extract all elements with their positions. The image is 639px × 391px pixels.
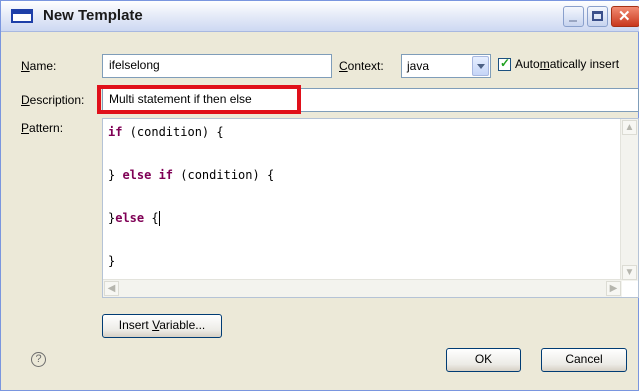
pattern-line-4: } [108,254,116,268]
pattern-text: } [108,168,123,182]
pattern-line-1: if (condition) { [108,125,224,139]
auto-insert-checkbox[interactable] [498,56,511,71]
close-icon[interactable] [611,6,639,27]
text-caret [158,211,160,226]
auto-insert-label[interactable]: Automatically insert [515,57,619,71]
pattern-keyword: else [115,211,145,225]
pattern-text: { [144,211,159,225]
horizontal-scrollbar[interactable]: ◀ ▶ [103,279,622,297]
description-label: Description: [21,93,85,107]
context-value: java [407,59,430,73]
pattern-editor[interactable]: if (condition) { } else if (condition) {… [102,118,639,298]
pattern-label: Pattern: [21,121,64,135]
maximize-icon[interactable] [587,6,608,27]
vertical-scrollbar[interactable]: ▲ ▼ [620,119,638,281]
minimize-icon[interactable] [563,6,584,27]
scroll-down-icon[interactable]: ▼ [622,265,637,280]
help-icon[interactable]: ? [31,352,46,367]
dropdown-arrow-icon[interactable] [472,56,489,76]
cancel-button[interactable]: Cancel [541,348,627,372]
name-field[interactable]: ifelselong [102,54,332,78]
pattern-text: (condition) { [122,125,224,139]
scroll-right-icon[interactable]: ▶ [606,281,621,296]
pattern-line-2: } else if (condition) { [108,168,274,182]
pattern-line-3: }else { [108,211,160,226]
pattern-text: (condition) { [173,168,275,182]
scroll-up-icon[interactable]: ▲ [622,120,637,135]
title-bar[interactable]: New Template [1,1,639,32]
pattern-keyword: if [108,125,123,139]
context-select[interactable]: java [401,54,491,78]
red-highlight-box [97,85,301,114]
window-icon [11,9,33,23]
window-title: New Template [43,7,143,24]
scroll-left-icon[interactable]: ◀ [104,281,119,296]
context-label: Context: [339,59,384,73]
ok-button[interactable]: OK [446,348,521,372]
insert-variable-button[interactable]: Insert Variable... [102,314,222,338]
name-label: Name: [21,59,57,73]
pattern-keyword: else if [122,168,174,182]
new-template-dialog: New Template Name: ifelselong Context: j… [0,0,639,391]
